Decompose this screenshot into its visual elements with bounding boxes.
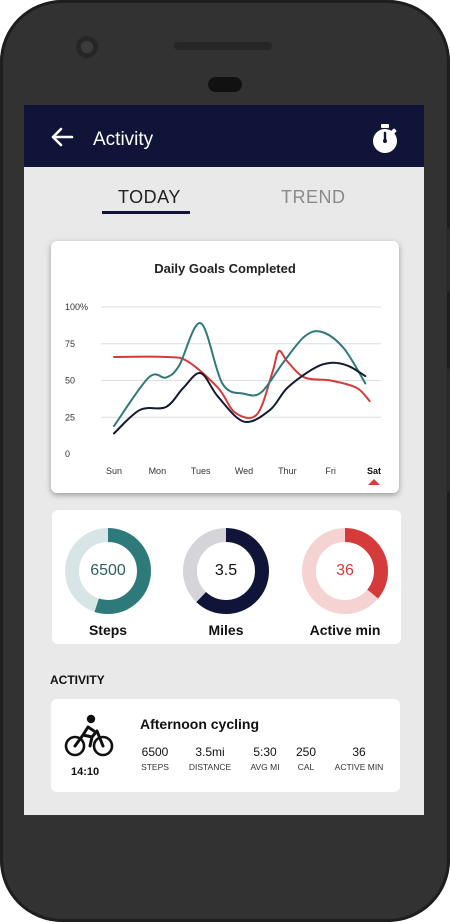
active-min-ring[interactable]: 36 bbox=[300, 526, 390, 616]
metric-value: 5:30 bbox=[253, 745, 277, 759]
x-tick-label: Tues bbox=[191, 466, 211, 476]
metric-label: STEPS bbox=[141, 762, 169, 772]
steps-value: 6500 bbox=[90, 562, 126, 579]
tab-today[interactable]: TODAY bbox=[118, 187, 181, 208]
miles-value: 3.5 bbox=[214, 562, 238, 579]
y-tick-label: 50 bbox=[65, 376, 75, 386]
series-line bbox=[113, 361, 367, 435]
metric-steps: 6500 STEPS bbox=[140, 745, 170, 772]
metric-distance: 3.5mi DISTANCE bbox=[185, 745, 235, 772]
y-tick-label: 0 bbox=[65, 449, 70, 459]
metric-label: CAL bbox=[297, 762, 315, 772]
activity-item-card[interactable]: 14:10 Afternoon cycling 6500 STEPS 3.5mi… bbox=[51, 699, 400, 792]
x-tick-label: Fri bbox=[325, 466, 336, 476]
steps-label: Steps bbox=[88, 622, 128, 638]
steps-ring[interactable]: 6500 bbox=[63, 526, 153, 616]
y-tick-label: 100% bbox=[65, 302, 88, 312]
daily-stats-card: 6500 Steps 3.5 Miles 36 Active min bbox=[52, 510, 401, 644]
activity-time: 14:10 bbox=[71, 766, 100, 778]
activity-section-title: ACTIVITY bbox=[50, 673, 105, 687]
power-button bbox=[446, 368, 450, 492]
metric-avg-mi: 5:30 AVG MI bbox=[245, 745, 285, 772]
volume-button bbox=[446, 228, 450, 292]
metric-value: 6500 bbox=[141, 745, 169, 759]
selected-day-marker bbox=[368, 479, 380, 485]
x-tick-label: Wed bbox=[235, 466, 253, 476]
metric-label: ACTIVE MIN bbox=[334, 762, 384, 772]
metric-value: 36 bbox=[352, 745, 366, 759]
activity-title: Afternoon cycling bbox=[140, 716, 260, 732]
daily-goals-chart-card: Daily Goals Completed 100% 75 50 25 0 Sun Mon T… bbox=[51, 241, 399, 493]
miles-ring[interactable]: 3.5 bbox=[181, 526, 271, 616]
page-title: Activity bbox=[93, 129, 154, 150]
tab-trend[interactable]: TREND bbox=[281, 187, 346, 208]
app-bar: Activity bbox=[24, 105, 424, 167]
active-min-label: Active min bbox=[309, 622, 381, 638]
x-tick-label: Sun bbox=[106, 466, 122, 476]
active-min-value: 36 bbox=[336, 562, 354, 579]
metric-value: 3.5mi bbox=[195, 745, 225, 759]
proximity-sensor bbox=[208, 77, 242, 92]
tab-bar: TODAY TREND bbox=[24, 167, 424, 227]
stopwatch-icon[interactable] bbox=[370, 123, 400, 155]
metric-cal: 250 CAL bbox=[291, 745, 321, 772]
metric-value: 250 bbox=[295, 745, 317, 759]
miles-label: Miles bbox=[208, 622, 244, 638]
line-chart: 100% 75 50 25 0 Sun Mon Tues Wed Thur Fri Sat bbox=[65, 302, 381, 485]
selected-tab-indicator bbox=[102, 211, 190, 214]
speaker-grille bbox=[174, 42, 272, 50]
metric-label: DISTANCE bbox=[188, 762, 232, 772]
metric-active-min: 36 ACTIVE MIN bbox=[329, 745, 389, 772]
y-tick-label: 25 bbox=[65, 412, 75, 422]
phone-frame: Activity TODAY TREND Daily Goals Complet… bbox=[0, 0, 450, 922]
bicycle-icon bbox=[64, 714, 114, 757]
series-line bbox=[113, 322, 367, 428]
back-arrow-icon[interactable] bbox=[50, 127, 74, 147]
x-tick-label: Mon bbox=[149, 466, 167, 476]
app-screen: Activity TODAY TREND Daily Goals Complet… bbox=[24, 105, 424, 815]
y-tick-label: 75 bbox=[65, 339, 75, 349]
front-camera bbox=[76, 36, 98, 58]
x-tick-label: Thur bbox=[278, 466, 297, 476]
metric-label: AVG MI bbox=[250, 762, 280, 772]
x-tick-label: Sat bbox=[367, 466, 381, 476]
